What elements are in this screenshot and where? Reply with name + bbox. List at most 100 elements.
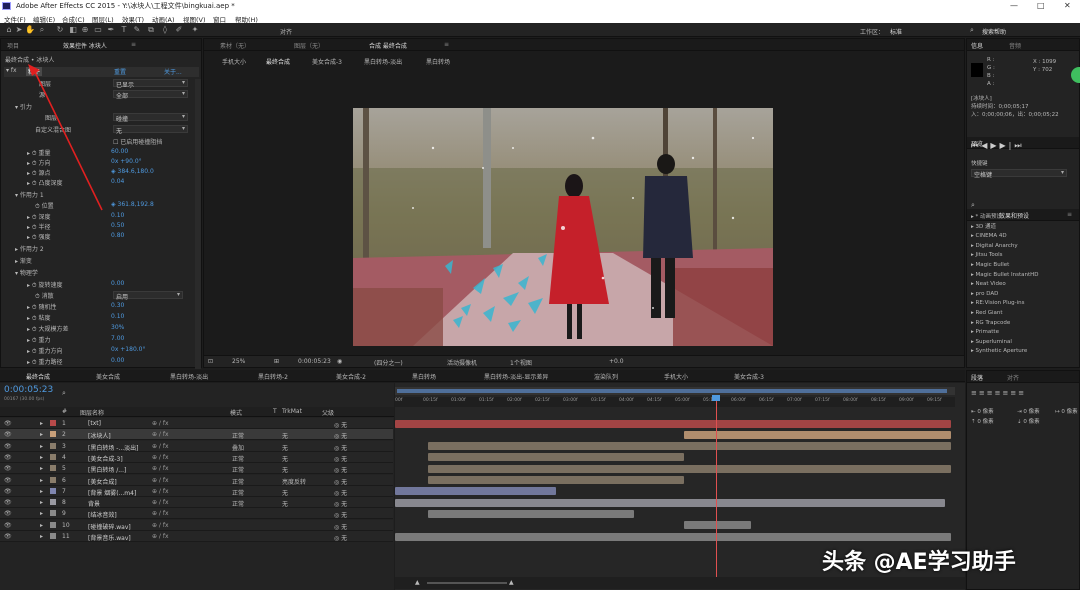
effects-item[interactable]: ▸ CINEMA 4D [971,232,1039,242]
layer-parent[interactable]: ◎ 无 [334,533,347,542]
prop-gravity-direction[interactable]: ▸ ⏱ 重力方向 [27,346,63,356]
layer-bar[interactable] [428,442,951,451]
layer-name[interactable]: [黑白转场 -...淡出] [88,443,138,452]
grid-icon[interactable]: ⊞ [274,358,279,365]
visibility-icon[interactable]: 👁 [4,420,12,427]
layer-parent[interactable]: ◎ 无 [334,431,347,440]
layer-name[interactable]: [碰撞破碎.wav] [88,522,131,531]
zoom-in-icon[interactable]: ▲ [509,579,514,586]
search-icon[interactable]: ⌕ [970,26,974,35]
visibility-icon[interactable]: 👁 [4,522,12,529]
layer-name[interactable]: [美女合成] [88,477,117,486]
zoom-tool-icon[interactable]: ⌕ [37,25,47,35]
layer-row[interactable]: 👁 ▸ 3 [黑白转场 -...淡出] ⊕ ∕ fx 叠加 无 ◎ 无 [0,440,393,452]
layer-mode[interactable]: 正常 [232,499,244,508]
close-button[interactable]: ✕ [1064,1,1071,10]
visibility-icon[interactable]: 👁 [4,510,12,517]
prop-origin-value[interactable]: ◈ 384.6,180.0 [111,168,154,178]
tl-tab-beauty[interactable]: 美女合成 [96,372,120,381]
effects-item[interactable]: ▸ 3D 通道 [971,223,1039,233]
prop-strength[interactable]: ▸ ⏱ 强度 [27,232,51,242]
camera-tool-icon[interactable]: ◧ [68,25,78,35]
visibility-icon[interactable]: 👁 [4,431,12,438]
zoom-out-icon[interactable]: ▲ [415,579,420,586]
layer-parent[interactable]: ◎ 无 [334,499,347,508]
prop-rotation-speed-value[interactable]: 0.00 [111,280,124,290]
tab-effect-controls[interactable]: 效果控件 冰块人 [63,41,107,50]
pen-tool-icon[interactable]: ✒ [106,25,116,35]
group-gradient[interactable]: ▸ 渐变 [15,256,32,266]
visibility-icon[interactable]: 👁 [4,488,12,495]
effects-search-icon[interactable]: ⌕ [971,201,975,210]
tab-layer[interactable]: 图层（无） [294,41,324,50]
tab-footage[interactable]: 素材（无） [220,41,250,50]
layer-switches[interactable]: ⊕ ∕ fx [152,522,169,529]
exposure-value[interactable]: +0.0 [609,358,624,365]
layer-trkmat[interactable]: 无 [282,499,288,508]
effects-item[interactable]: ▸ Superluminal [971,338,1039,348]
layer-switches[interactable]: ⊕ ∕ fx [152,488,169,495]
rotate-tool-icon[interactable]: ↻ [55,25,65,35]
label-color-swatch[interactable] [50,453,56,460]
col-name[interactable]: 图层名称 [80,408,104,417]
prop-mass-variance-value[interactable]: 30% [111,324,124,334]
layer-row[interactable]: 👁 ▸ 8 背景 ⊕ ∕ fx 正常 无 ◎ 无 [0,497,393,509]
roto-brush-icon[interactable]: ✐ [174,25,184,35]
layer-switches[interactable]: ⊕ ∕ fx [152,443,169,450]
prop-gravity-path-value[interactable]: 0.00 [111,357,124,367]
layer-bar[interactable] [428,453,685,462]
prop-gravity-direction-value[interactable]: 0x +180.0° [111,346,145,356]
prop-weight-value[interactable]: 60.00 [111,148,128,158]
group-physics[interactable]: ▾ 物理学 [15,268,38,278]
timeline-timecode[interactable]: 0:00:05:23 [4,385,53,395]
work-area-bar[interactable] [395,387,955,395]
expand-icon[interactable]: ▸ [40,477,43,484]
prop-gravity-value[interactable]: 7.00 [111,335,124,345]
effect-scrollbar[interactable] [195,79,201,369]
layer-switches[interactable]: ⊕ ∕ fx [152,477,169,484]
visibility-icon[interactable]: 👁 [4,477,12,484]
prop-randomness[interactable]: ▸ ⏱ 随机性 [27,302,57,312]
layer-row[interactable]: 👁 ▸ 1 [txt] ⊕ ∕ fx ◎ 无 [0,418,393,429]
indent-left[interactable]: ⇤ 0 像素 [971,407,994,415]
tab-info[interactable]: 信息 [971,41,983,50]
camera-dropdown[interactable]: 活动摄像机 [447,358,477,367]
layer-name[interactable]: [背景 烟雾(...m4] [88,488,136,497]
label-color-swatch[interactable] [50,510,56,517]
tl-tab-beauty3[interactable]: 美女合成-3 [734,372,764,381]
label-color-swatch[interactable] [50,476,56,483]
layer-trkmat[interactable]: 无 [282,443,288,452]
label-color-swatch[interactable] [50,487,56,494]
prop-gravity[interactable]: ▸ ⏱ 重力 [27,335,51,345]
playback-controls[interactable]: ⏮◀▶▶|⏭ [971,141,1025,151]
composition-viewer[interactable] [353,108,773,346]
layer-bar[interactable] [395,419,951,428]
prop-dissipate-dropdown[interactable]: 启用 [113,291,183,301]
expand-icon[interactable]: ▸ [40,522,43,529]
comp-panel-menu-icon[interactable]: ≡ [444,41,449,48]
layer-mode[interactable]: 正常 [232,488,244,497]
visibility-icon[interactable]: 👁 [4,533,12,540]
layer-bar[interactable] [684,430,951,439]
layer-switches[interactable]: ⊕ ∕ fx [152,420,169,427]
effects-item[interactable]: ▸ Synthetic Aperture [971,347,1039,357]
timeline-search-icon[interactable]: ⌕ [62,389,66,398]
layer-name[interactable]: 背景 [88,499,100,508]
layer-row[interactable]: 👁 ▸ 9 [结冰音效] ⊕ ∕ fx ◎ 无 [0,508,393,520]
crumb-bw-fade[interactable]: 黑白转场-淡出 [364,57,402,66]
views-dropdown[interactable]: 1个视图 [510,358,532,367]
shortcut-dropdown[interactable]: 空格键 [971,169,1067,179]
label-color-swatch[interactable] [50,420,56,426]
effects-item[interactable]: ▸ Magic Bullet [971,261,1039,271]
minimize-button[interactable]: — [1010,1,1018,10]
effects-item[interactable]: ▸ Red Giant [971,309,1039,319]
tl-tab-bw2[interactable]: 黑白转场-2 [258,372,288,381]
prop-position-value[interactable]: ◈ 361.8,192.8 [111,201,154,211]
effects-item[interactable]: ▸ Digital Anarchy [971,242,1039,252]
tab-paragraph[interactable]: 段落 [971,373,983,382]
layer-parent[interactable]: ◎ 无 [334,420,347,429]
expand-icon[interactable]: ▸ [40,431,43,438]
expand-icon[interactable]: ▸ [40,510,43,517]
prop-custom-blend-dropdown[interactable]: 无 [113,125,188,135]
layer-name[interactable]: [结冰音效] [88,510,117,519]
